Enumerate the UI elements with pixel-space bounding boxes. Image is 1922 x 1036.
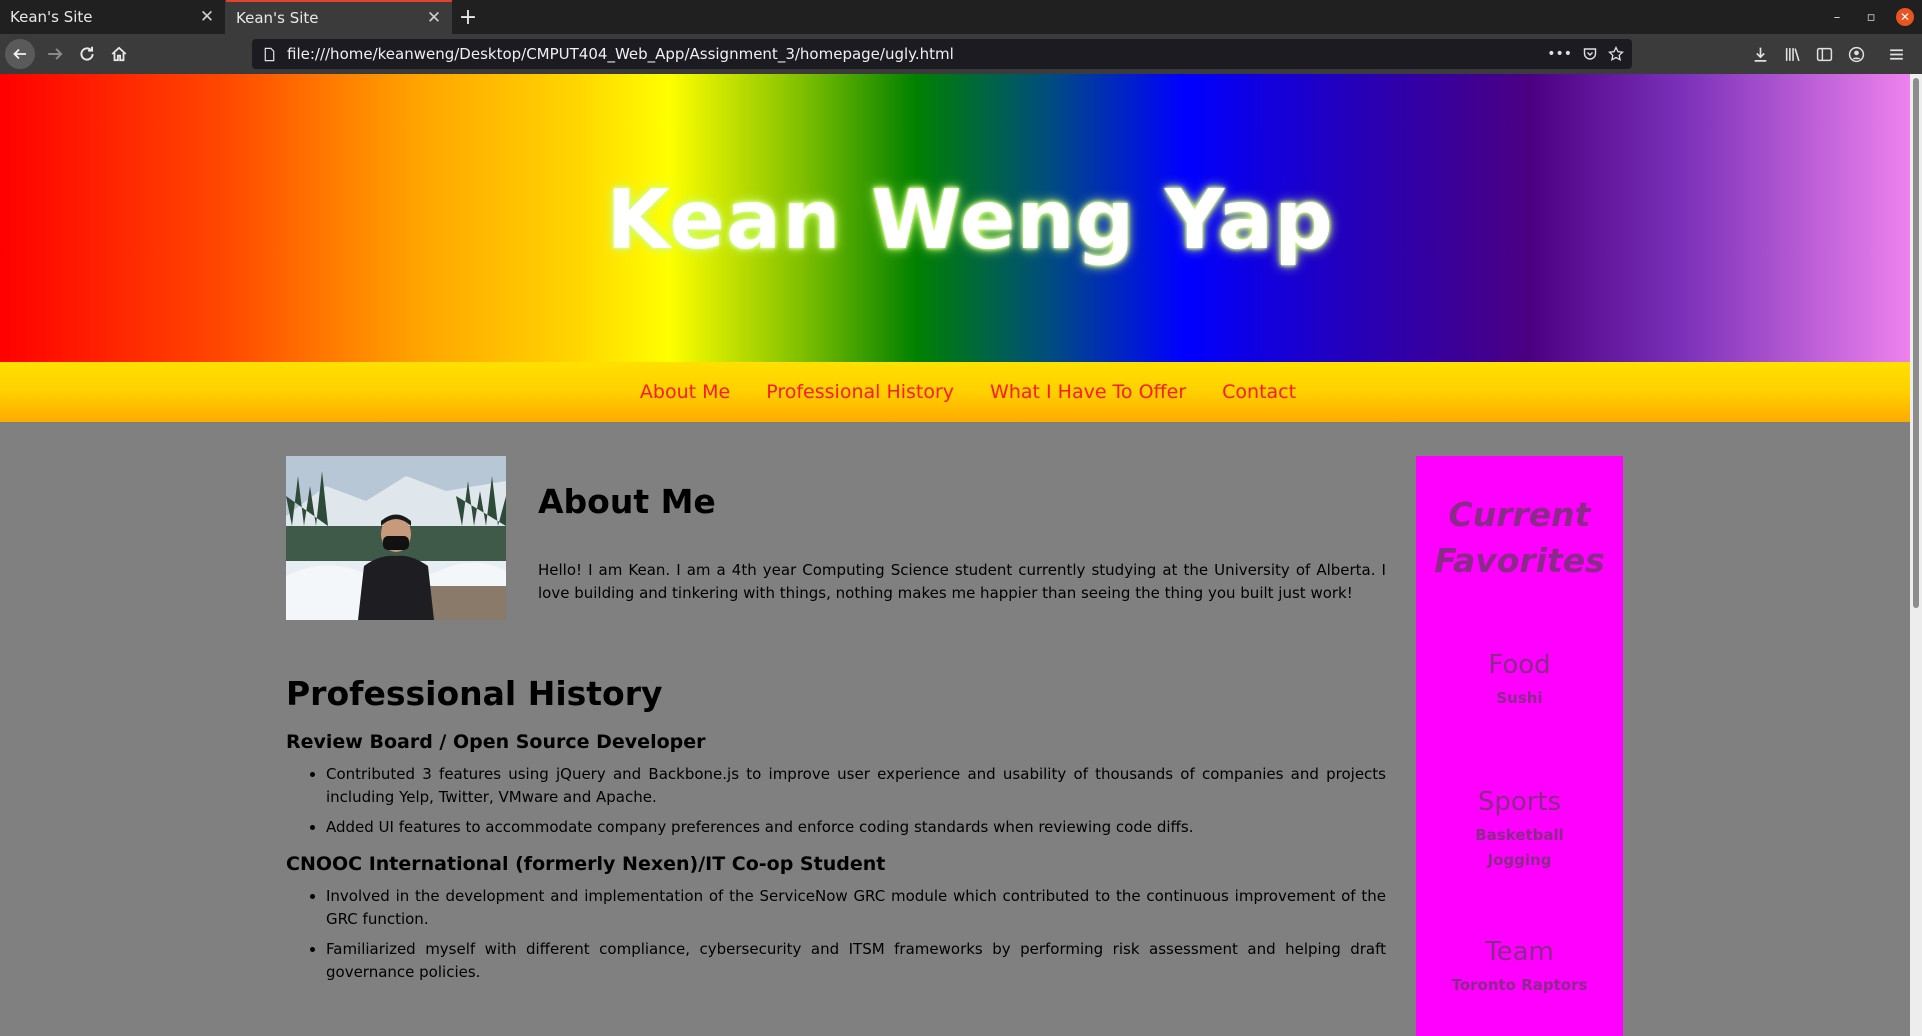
tab-title: Kean's Site (10, 8, 93, 26)
favorite-sports-heading: Sports (1477, 787, 1562, 817)
favorite-team-block: Team Toronto Raptors (1416, 937, 1623, 998)
favorite-sports-block: Sports Basketball Jogging (1416, 787, 1623, 873)
site-header: Kean Weng Yap (0, 74, 1910, 362)
bookmark-star-icon[interactable] (1608, 46, 1624, 62)
home-icon (111, 46, 127, 62)
profile-photo-image (286, 456, 506, 620)
nav-link-what-i-have-to-offer[interactable]: What I Have To Offer (990, 381, 1186, 403)
about-section: About Me Hello! I am Kean. I am a 4th ye… (286, 456, 1386, 620)
favorite-item: Toronto Raptors (1451, 976, 1588, 994)
professional-history-heading: Professional History (286, 674, 663, 713)
favorite-food-heading: Food (1488, 650, 1551, 680)
favorite-food-block: Food Sushi (1416, 650, 1623, 711)
account-icon (1848, 46, 1864, 62)
list-item: Familiarized myself with different compl… (326, 938, 1386, 984)
nav-link-professional-history[interactable]: Professional History (766, 381, 954, 403)
site-title: Kean Weng Yap (606, 172, 1334, 268)
main-content: About Me Hello! I am Kean. I am a 4th ye… (286, 456, 1386, 991)
arrow-left-icon (13, 48, 26, 60)
more-actions-icon[interactable]: ••• (1547, 46, 1572, 62)
library-button[interactable] (1780, 42, 1804, 66)
page-icon (264, 47, 275, 61)
account-button[interactable] (1844, 42, 1868, 66)
home-button[interactable] (103, 38, 135, 70)
job-bullet-list: Involved in the development and implemen… (286, 885, 1386, 984)
favorites-heading-line1: Current (1448, 495, 1591, 534)
sidebar-toggle-button[interactable] (1812, 42, 1836, 66)
profile-photo (286, 456, 506, 620)
window-controls: – ▫ ✕ (1820, 0, 1922, 34)
job-title: CNOOC International (formerly Nexen)/IT … (286, 853, 886, 875)
browser-tab[interactable]: Kean's Site ✕ (0, 0, 226, 34)
job-title: Review Board / Open Source Developer (286, 731, 706, 753)
hamburger-menu-icon (1889, 48, 1903, 60)
toolbar-right (1748, 34, 1908, 74)
tab-close-icon[interactable]: ✕ (199, 7, 215, 27)
library-icon (1785, 47, 1800, 61)
reload-button[interactable] (71, 38, 103, 70)
about-text-block: About Me Hello! I am Kean. I am a 4th ye… (538, 456, 1386, 620)
downloads-button[interactable] (1748, 42, 1772, 66)
forward-button[interactable] (39, 38, 71, 70)
pocket-icon[interactable] (1582, 46, 1598, 62)
download-icon (1754, 47, 1766, 62)
browser-toolbar: file:///home/keanweng/Desktop/CMPUT404_W… (0, 34, 1922, 74)
page-scrollbar[interactable] (1910, 74, 1922, 1036)
nav-link-contact[interactable]: Contact (1222, 381, 1296, 403)
url-actions: ••• (1547, 39, 1624, 69)
browser-tab-bar: Kean's Site ✕ Kean's Site ✕ + – ▫ ✕ (0, 0, 1922, 34)
favorite-item: Sushi (1496, 689, 1543, 707)
restore-button[interactable]: ▫ (1854, 0, 1888, 34)
scrollbar-thumb[interactable] (1913, 78, 1919, 608)
tab-close-icon[interactable]: ✕ (426, 8, 442, 28)
favorite-item: Jogging (1487, 851, 1552, 869)
favorite-team-heading: Team (1485, 937, 1554, 967)
new-tab-button[interactable]: + (452, 0, 484, 34)
list-item: Contributed 3 features using jQuery and … (326, 763, 1386, 809)
about-paragraph: Hello! I am Kean. I am a 4th year Comput… (538, 561, 1386, 602)
favorites-heading-line2: Favorites (1434, 541, 1605, 580)
browser-tab-active[interactable]: Kean's Site ✕ (226, 0, 452, 34)
favorites-heading: Current Favorites (1416, 492, 1623, 584)
tab-title: Kean's Site (236, 9, 319, 27)
list-item: Added UI features to accommodate company… (326, 816, 1386, 839)
menu-button[interactable] (1884, 42, 1908, 66)
reload-icon (80, 46, 94, 61)
url-text[interactable]: file:///home/keanweng/Desktop/CMPUT404_W… (287, 45, 954, 63)
nav-link-about-me[interactable]: About Me (640, 381, 730, 403)
arrow-right-icon (48, 48, 63, 60)
back-button[interactable] (5, 39, 35, 69)
favorite-item: Basketball (1475, 826, 1564, 844)
sidebar-icon (1816, 47, 1832, 61)
list-item: Involved in the development and implemen… (326, 885, 1386, 931)
site-nav: About Me Professional History What I Hav… (0, 362, 1910, 422)
close-icon: ✕ (1896, 8, 1914, 26)
job-bullet-list: Contributed 3 features using jQuery and … (286, 763, 1386, 839)
minimize-button[interactable]: – (1820, 0, 1854, 34)
about-heading: About Me (538, 482, 716, 521)
favorites-sidebar: Current Favorites Food Sushi Sports Bask… (1416, 456, 1623, 1036)
address-bar[interactable]: file:///home/keanweng/Desktop/CMPUT404_W… (252, 39, 1632, 69)
window-close-button[interactable]: ✕ (1888, 0, 1922, 34)
